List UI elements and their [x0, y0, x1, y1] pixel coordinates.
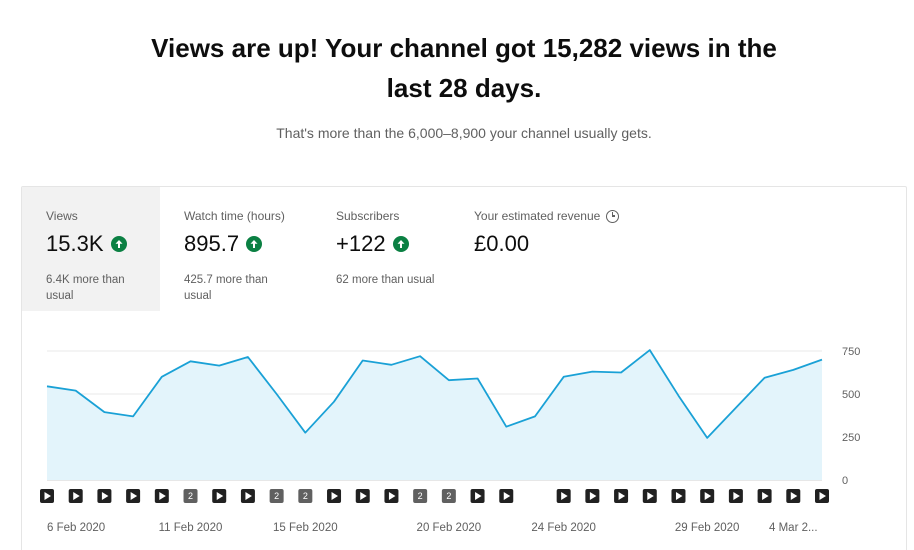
y-tick-label: 0: [842, 475, 848, 487]
subline: That's more than the 6,000–8,900 your ch…: [276, 125, 652, 141]
analytics-card: Views 15.3K 6.4K more than usual Watch t…: [21, 186, 907, 550]
x-tick-label: 24 Feb 2020: [531, 522, 596, 534]
headline: Views are up! Your channel got 15,282 vi…: [0, 28, 914, 108]
video-marker-count-label: 2: [188, 491, 193, 501]
video-marker-count-label: 2: [446, 491, 451, 501]
video-marker-count-label: 2: [303, 491, 308, 501]
views-chart[interactable]: 0 250 500 750 2 2 2 2 2 6 Feb 2020 11 Feb 2020 15 F…: [22, 187, 906, 550]
x-tick-label: 11 Feb 2020: [159, 522, 223, 534]
y-tick-label: 250: [842, 432, 860, 444]
x-tick-label: 15 Feb 2020: [273, 522, 338, 534]
x-tick-label: 6 Feb 2020: [47, 522, 105, 534]
video-marker-count-label: 2: [418, 491, 423, 501]
x-tick-label: 29 Feb 2020: [675, 522, 740, 534]
y-tick-label: 500: [842, 389, 860, 401]
x-tick-label: 4 Mar 2...: [769, 522, 818, 534]
headline-line-1: Views are up! Your channel got 15,282 vi…: [151, 33, 777, 63]
x-tick-label: 20 Feb 2020: [417, 522, 482, 534]
y-tick-label: 750: [842, 346, 860, 358]
headline-line-2: last 28 days.: [386, 73, 542, 103]
video-marker-count-label: 2: [274, 491, 279, 501]
views-area: [47, 350, 822, 480]
